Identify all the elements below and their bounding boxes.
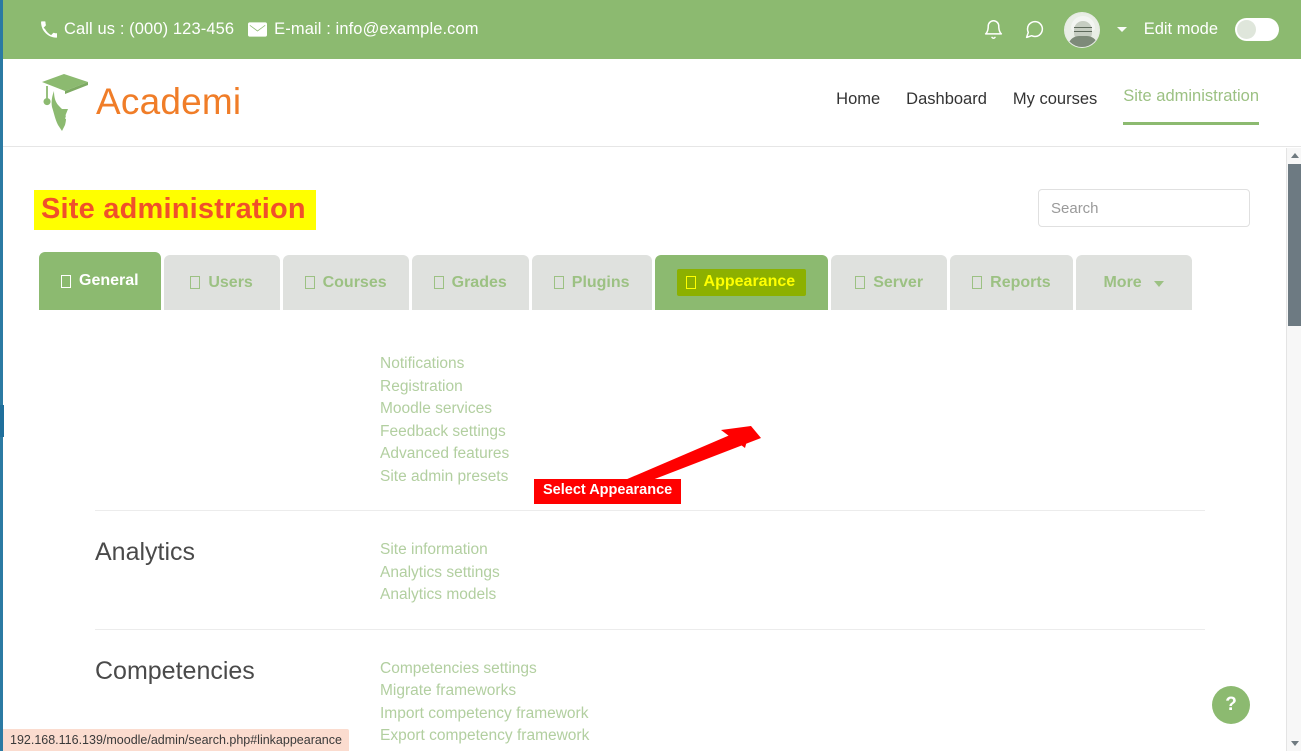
email-contact[interactable]: E-mail : info@example.com (248, 20, 478, 39)
link-site-information[interactable]: Site information (380, 539, 500, 562)
page-content: Site administration General Users Course… (3, 148, 1286, 751)
link-feedback-settings[interactable]: Feedback settings (380, 421, 509, 444)
section-link-list: Competencies settings Migrate frameworks… (380, 658, 589, 748)
tofu-box-icon (686, 276, 696, 289)
tofu-box-icon (305, 276, 315, 289)
window-edge-marker (0, 405, 4, 437)
link-export-competency-framework[interactable]: Export competency framework (380, 725, 589, 748)
tab-label: More (1103, 274, 1141, 292)
tofu-box-icon (855, 276, 865, 289)
annotation-label: Select Appearance (534, 479, 681, 504)
link-registration[interactable]: Registration (380, 376, 509, 399)
status-bar-url: 192.168.116.139/moodle/admin/search.php#… (3, 729, 349, 751)
search-box (1038, 189, 1250, 227)
edit-mode-toggle[interactable] (1235, 18, 1279, 41)
tofu-box-icon (434, 276, 444, 289)
edit-mode-label: Edit mode (1144, 20, 1218, 39)
phone-contact[interactable]: Call us : (000) 123-456 (40, 20, 234, 39)
page-title: Site administration (34, 190, 316, 230)
tab-label: Users (208, 274, 252, 292)
scroll-down-arrow-icon[interactable] (1287, 736, 1301, 751)
topbar-contact-group: Call us : (000) 123-456 E-mail : info@ex… (40, 20, 479, 39)
tab-reports[interactable]: Reports (950, 255, 1072, 310)
settings-sections: Notifications Registration Moodle servic… (95, 353, 1205, 751)
nav-item-site-administration[interactable]: Site administration (1123, 87, 1259, 125)
tofu-box-icon (190, 276, 200, 289)
site-logo[interactable]: Academi (38, 69, 241, 133)
logo-text: Academi (96, 83, 241, 120)
tab-label: Appearance (704, 274, 796, 290)
tab-label: General (79, 272, 139, 290)
link-migrate-frameworks[interactable]: Migrate frameworks (380, 680, 589, 703)
main-navigation: Home Dashboard My courses Site administr… (836, 87, 1259, 125)
admin-tab-bar: General Users Courses Grades Plugins App… (39, 252, 1192, 310)
tab-courses[interactable]: Courses (283, 255, 409, 310)
browser-window-edge (0, 0, 3, 751)
search-input[interactable] (1039, 190, 1250, 226)
top-contact-bar: Call us : (000) 123-456 E-mail : info@ex… (0, 0, 1301, 59)
toggle-knob (1237, 20, 1256, 39)
section-link-list: Site information Analytics settings Anal… (380, 539, 500, 607)
phone-icon (40, 21, 57, 38)
user-avatar[interactable] (1064, 12, 1100, 48)
tofu-box-icon (972, 276, 982, 289)
bell-icon[interactable] (982, 18, 1006, 42)
nav-item-home[interactable]: Home (836, 90, 880, 125)
tab-label: Courses (323, 274, 387, 292)
tab-label: Grades (452, 274, 507, 292)
scroll-up-arrow-icon[interactable] (1287, 148, 1301, 163)
topbar-user-group: Edit mode (982, 12, 1279, 48)
tab-appearance[interactable]: Appearance (655, 255, 829, 310)
tofu-box-icon (554, 276, 564, 289)
link-advanced-features[interactable]: Advanced features (380, 443, 509, 466)
nav-item-dashboard[interactable]: Dashboard (906, 90, 987, 125)
tab-more[interactable]: More (1076, 255, 1192, 310)
tab-users[interactable]: Users (164, 255, 280, 310)
link-analytics-models[interactable]: Analytics models (380, 584, 500, 607)
chevron-down-icon[interactable] (1117, 27, 1127, 32)
link-notifications[interactable]: Notifications (380, 353, 509, 376)
email-label: E-mail : info@example.com (274, 20, 478, 39)
tab-label: Server (873, 274, 923, 292)
settings-section-analytics: Analytics Site information Analytics set… (95, 510, 1205, 629)
tab-server[interactable]: Server (831, 255, 947, 310)
section-title (95, 353, 380, 488)
avatar-glasses (1074, 27, 1092, 32)
envelope-icon (248, 22, 267, 37)
tab-general[interactable]: General (39, 252, 161, 310)
link-site-admin-presets[interactable]: Site admin presets (380, 466, 509, 489)
avatar-body (1068, 36, 1098, 47)
graduation-cap-logo-icon (38, 69, 92, 133)
link-competencies-settings[interactable]: Competencies settings (380, 658, 589, 681)
scrollbar-thumb[interactable] (1288, 164, 1301, 326)
chat-bubble-icon[interactable] (1023, 18, 1047, 42)
tab-appearance-highlight: Appearance (677, 269, 807, 296)
vertical-scrollbar[interactable] (1286, 148, 1301, 751)
question-mark-icon: ? (1225, 694, 1237, 716)
section-title-analytics: Analytics (95, 539, 380, 607)
link-analytics-settings[interactable]: Analytics settings (380, 562, 500, 585)
tofu-box-icon (61, 275, 71, 288)
phone-label: Call us : (000) 123-456 (64, 20, 234, 39)
section-link-list: Notifications Registration Moodle servic… (380, 353, 509, 488)
chevron-down-icon (1154, 281, 1164, 287)
tab-grades[interactable]: Grades (412, 255, 529, 310)
link-moodle-services[interactable]: Moodle services (380, 398, 509, 421)
nav-item-my-courses[interactable]: My courses (1013, 90, 1097, 125)
tab-label: Plugins (572, 274, 630, 292)
tab-label: Reports (990, 274, 1050, 292)
help-button[interactable]: ? (1212, 686, 1250, 724)
tab-plugins[interactable]: Plugins (532, 255, 652, 310)
site-header: Academi Home Dashboard My courses Site a… (0, 59, 1301, 147)
link-import-competency-framework[interactable]: Import competency framework (380, 703, 589, 726)
